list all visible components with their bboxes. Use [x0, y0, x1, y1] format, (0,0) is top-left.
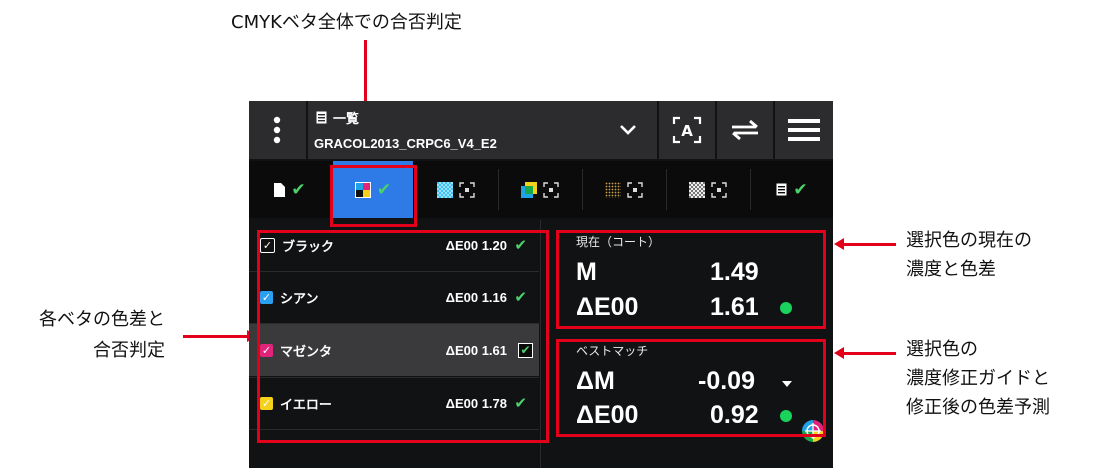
annotation-right1-arrowhead [834, 238, 844, 250]
tab-page[interactable]: ✔ [249, 161, 331, 218]
annotation-left-1: 各ベタの色差と [39, 309, 165, 330]
check-icon: ✔ [793, 179, 808, 200]
annotation-right2-3: 修正後の色差予測 [906, 397, 1050, 418]
annotation-right2-line [844, 352, 896, 355]
top-bar: 一覧 GRACOL2013_CRPC6_V4_E2 A [249, 101, 833, 159]
dot-grid-icon [605, 181, 621, 198]
auto-scan-icon: A [672, 116, 702, 144]
document-list-icon [316, 111, 327, 124]
svg-text:A: A [681, 122, 693, 140]
tab-overprint[interactable] [499, 161, 581, 218]
overprint-icon [521, 181, 537, 198]
annotation-right1-1: 選択色の現在の [906, 230, 1032, 251]
page-icon [274, 182, 286, 197]
chevron-down-icon [620, 125, 636, 135]
highlight-solids-list [257, 230, 549, 443]
scan-target-icon [543, 181, 559, 198]
doc-label: 一覧 [333, 112, 360, 127]
tab-gray-balance[interactable] [667, 161, 749, 218]
scan-target-icon [627, 181, 643, 198]
check-icon: ✔ [291, 179, 306, 200]
annotation-left-2: 合否判定 [93, 340, 165, 361]
tab-dot-gain[interactable] [583, 161, 665, 218]
swap-button[interactable] [717, 101, 773, 159]
scan-target-icon [711, 181, 727, 198]
more-menu-button[interactable] [249, 101, 305, 159]
annotation-right2-1: 選択色の [906, 339, 978, 360]
highlight-best-match-panel [556, 339, 826, 437]
gray-pattern-icon [689, 181, 705, 198]
tab-tint[interactable] [415, 161, 497, 218]
highlight-current-panel [556, 230, 826, 329]
annotation-right1-2: 濃度と色差 [906, 259, 996, 280]
annotation-right2-2: 濃度修正ガイドと [906, 368, 1050, 389]
vertical-dots-icon [273, 116, 281, 144]
highlight-cmyk-tab [330, 165, 417, 227]
scan-target-icon [459, 181, 475, 198]
auto-measure-button[interactable]: A [659, 101, 715, 159]
annotation-right2-arrowhead [834, 347, 844, 359]
hamburger-icon [788, 119, 820, 141]
annotation-left-arrow-line [183, 335, 247, 338]
dropdown-button[interactable] [599, 101, 657, 159]
list-icon [776, 183, 787, 196]
tint-pattern-icon [437, 181, 453, 198]
swap-arrows-icon [732, 119, 758, 141]
hamburger-menu-button[interactable] [775, 101, 833, 159]
document-title: GRACOL2013_CRPC6_V4_E2 [314, 136, 497, 151]
tab-summary[interactable]: ✔ [751, 161, 833, 218]
annotation-top: CMYKベタ全体での合否判定 [231, 12, 462, 33]
annotation-right1-line [844, 243, 896, 246]
